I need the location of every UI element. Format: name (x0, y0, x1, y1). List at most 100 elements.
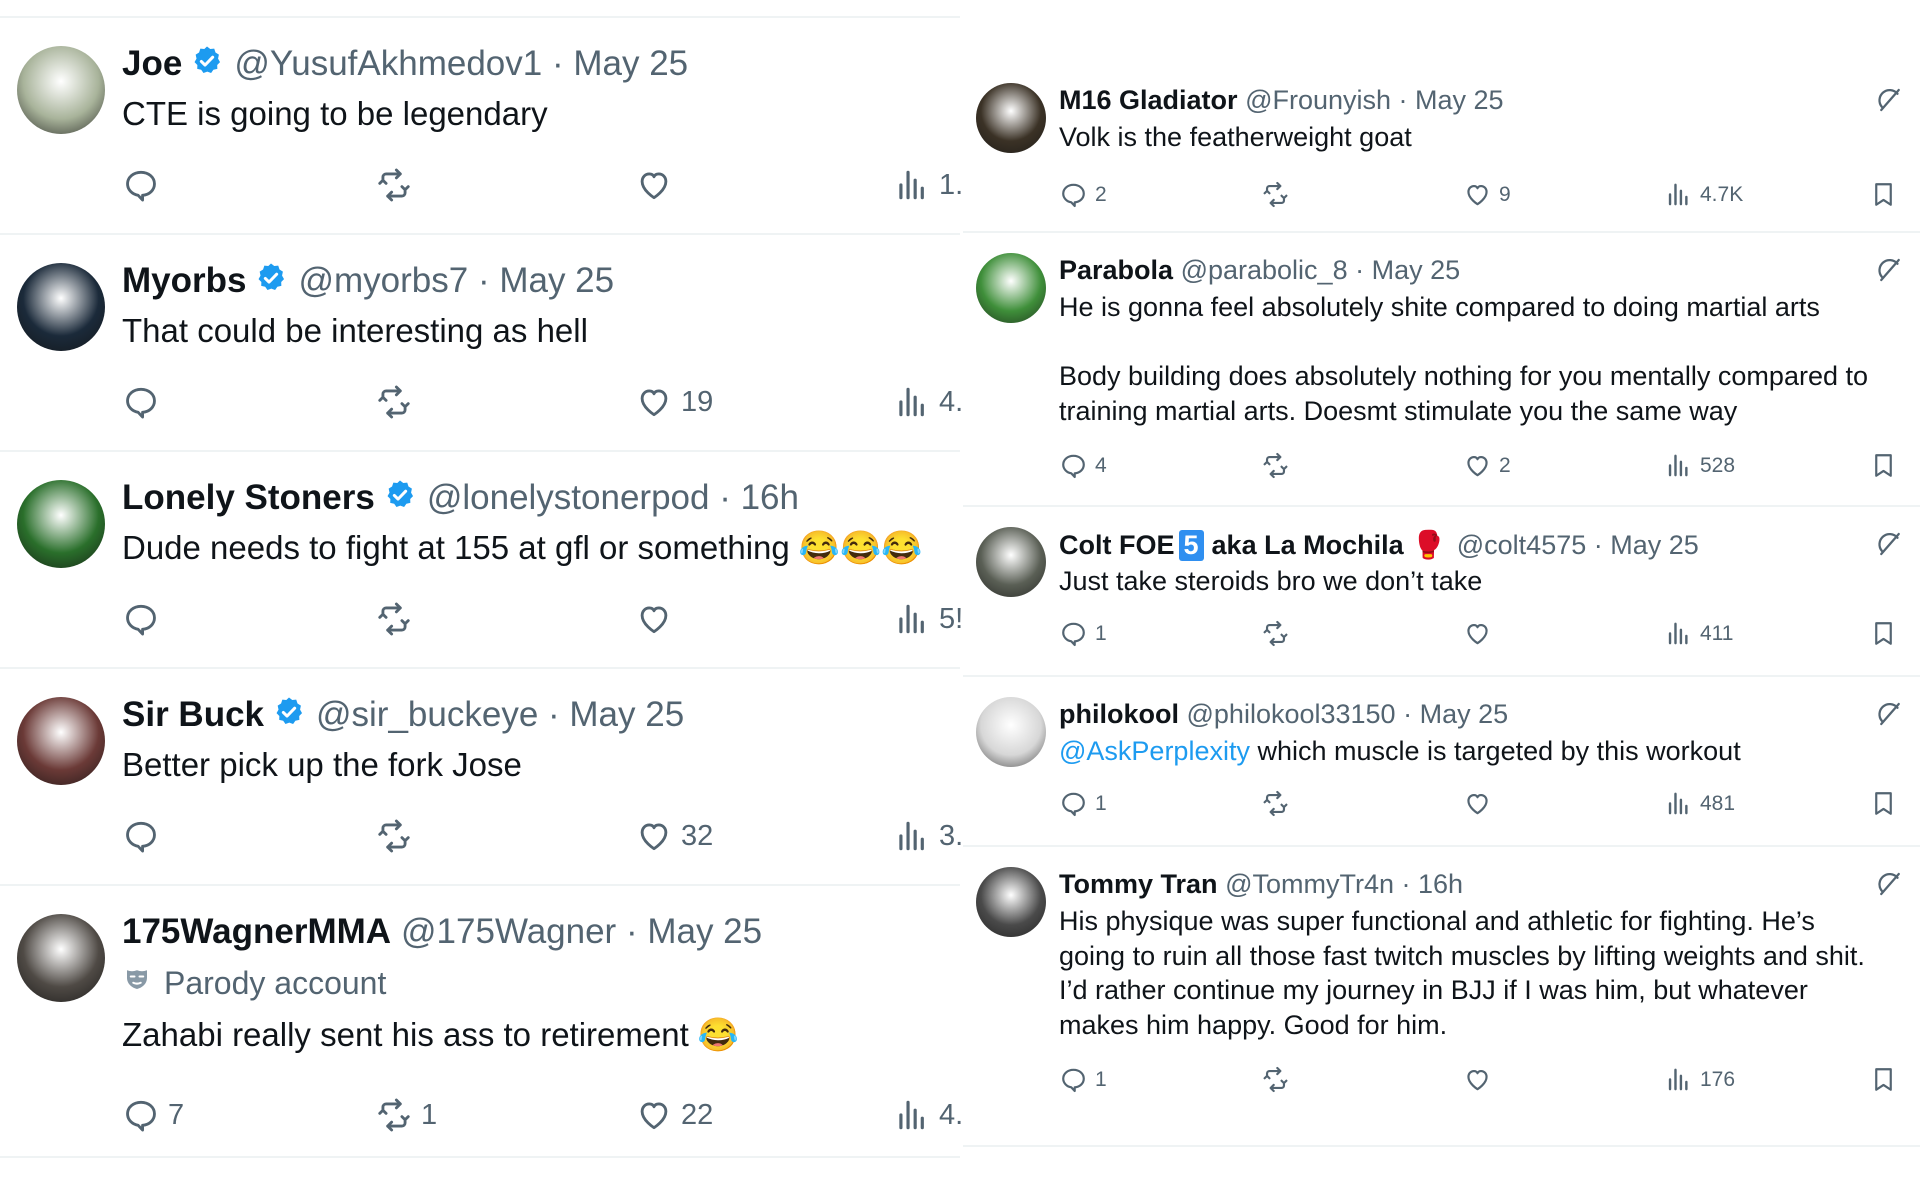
avatar[interactable] (976, 697, 1046, 767)
user-handle[interactable]: @Frounyish (1245, 85, 1391, 115)
bookmark-action[interactable] (1869, 619, 1898, 648)
views-action[interactable]: 4.7K (1664, 180, 1743, 209)
bookmark-action[interactable] (1869, 451, 1898, 480)
views-action[interactable]: 176 (1664, 1065, 1735, 1094)
views-action[interactable]: 4. (893, 1096, 963, 1134)
grok-icon[interactable] (1875, 869, 1905, 899)
views-action[interactable]: 481 (1664, 789, 1735, 818)
timestamp[interactable]: May 25 (499, 261, 614, 300)
likes-action[interactable] (635, 166, 681, 204)
user-handle[interactable]: @sir_buckeye (316, 695, 538, 734)
bookmark-action[interactable] (1869, 789, 1898, 818)
display-name[interactable]: Parabola (1059, 255, 1173, 285)
bookmark-action[interactable] (1869, 180, 1898, 209)
display-name[interactable]: philokool (1059, 699, 1179, 729)
likes-action[interactable] (635, 600, 681, 638)
retweets-action[interactable]: 1 (375, 1096, 437, 1134)
display-name[interactable]: Tommy Tran (1059, 869, 1218, 899)
reply-tweet[interactable]: Lonely Stoners @lonelystonerpod · 16h Dude… (0, 452, 963, 669)
replies-action[interactable] (122, 817, 168, 855)
grok-icon[interactable] (1875, 529, 1905, 559)
display-name[interactable]: Myorbs (122, 261, 246, 300)
views-action[interactable]: 5! (893, 600, 963, 638)
avatar[interactable] (17, 480, 105, 568)
replies-action[interactable]: 1 (1059, 619, 1107, 648)
timestamp[interactable]: May 25 (1610, 530, 1699, 560)
views-action[interactable]: 411 (1664, 619, 1733, 648)
avatar[interactable] (976, 527, 1046, 597)
avatar[interactable] (17, 263, 105, 351)
likes-action[interactable] (1463, 1065, 1499, 1094)
retweets-action[interactable] (1261, 451, 1297, 480)
timestamp[interactable]: May 25 (1420, 699, 1509, 729)
user-handle[interactable]: @colt4575 (1457, 530, 1587, 560)
avatar[interactable] (976, 867, 1046, 937)
user-handle[interactable]: @TommyTr4n (1225, 869, 1394, 899)
display-name[interactable]: Lonely Stoners (122, 478, 375, 517)
timestamp[interactable]: May 25 (1415, 85, 1504, 115)
retweets-action[interactable] (375, 817, 421, 855)
likes-action[interactable]: 2 (1463, 451, 1511, 480)
reply-tweet[interactable]: Colt FOE 5 aka La Mochila 🥊 @colt4575 · May… (963, 507, 1920, 677)
retweets-action[interactable] (1261, 789, 1297, 818)
reply-tweet[interactable]: philokool @philokool33150 · May 25 @AskPe… (963, 677, 1920, 847)
display-name[interactable]: Joe (122, 44, 182, 83)
bookmark-action[interactable] (1869, 1065, 1898, 1094)
user-handle[interactable]: @175Wagner (401, 912, 616, 951)
likes-action[interactable] (1463, 789, 1499, 818)
mention-link[interactable]: @AskPerplexity (1059, 736, 1250, 766)
timestamp[interactable]: May 25 (647, 912, 762, 951)
likes-action[interactable]: 32 (635, 817, 713, 855)
timestamp[interactable]: 16h (1418, 869, 1463, 899)
display-name-suffix[interactable]: aka La Mochila (1212, 530, 1404, 560)
display-name[interactable]: M16 Gladiator (1059, 85, 1238, 115)
likes-action[interactable]: 19 (635, 383, 713, 421)
user-handle[interactable]: @parabolic_8 (1181, 255, 1348, 285)
replies-action[interactable]: 4 (1059, 451, 1107, 480)
grok-icon[interactable] (1875, 699, 1905, 729)
user-handle[interactable]: @philokool33150 (1187, 699, 1396, 729)
replies-action[interactable] (122, 383, 168, 421)
timestamp[interactable]: May 25 (573, 44, 688, 83)
replies-action[interactable] (122, 166, 168, 204)
grok-icon[interactable] (1875, 85, 1905, 115)
user-handle[interactable]: @lonelystonerpod (427, 478, 710, 517)
reply-tweet[interactable]: Myorbs @myorbs7 · May 25 That could be int… (0, 235, 963, 452)
avatar[interactable] (976, 83, 1046, 153)
grok-icon[interactable] (1875, 255, 1905, 285)
user-handle[interactable]: @myorbs7 (298, 261, 468, 300)
timestamp[interactable]: May 25 (569, 695, 684, 734)
reply-tweet[interactable]: Tommy Tran @TommyTr4n · 16h His physique … (963, 847, 1920, 1147)
replies-action[interactable]: 1 (1059, 1065, 1107, 1094)
reply-tweet[interactable]: Parabola @parabolic_8 · May 25 He is gonn… (963, 233, 1920, 507)
retweets-action[interactable] (1261, 1065, 1297, 1094)
likes-action[interactable] (1463, 619, 1499, 648)
replies-action[interactable]: 2 (1059, 180, 1107, 209)
retweets-action[interactable] (375, 383, 421, 421)
views-action[interactable]: 4. (893, 383, 963, 421)
retweets-action[interactable] (375, 166, 421, 204)
views-action[interactable]: 3. (893, 817, 963, 855)
avatar[interactable] (17, 697, 105, 785)
reply-tweet[interactable]: Joe @YusufAkhmedov1 · May 25 CTE is going … (0, 18, 963, 235)
avatar[interactable] (976, 253, 1046, 323)
timestamp[interactable]: May 25 (1372, 255, 1461, 285)
user-handle[interactable]: @YusufAkhmedov1 (234, 44, 542, 83)
views-action[interactable]: 1. (893, 166, 963, 204)
replies-action[interactable] (122, 600, 168, 638)
retweets-action[interactable] (375, 600, 421, 638)
display-name[interactable]: 175WagnerMMA (122, 912, 391, 951)
reply-tweet[interactable]: Sir Buck @sir_buckeye · May 25 Better pick… (0, 669, 963, 886)
likes-action[interactable]: 22 (635, 1096, 713, 1134)
likes-action[interactable]: 9 (1463, 180, 1511, 209)
timestamp[interactable]: 16h (741, 478, 799, 517)
avatar[interactable] (17, 46, 105, 134)
replies-action[interactable]: 1 (1059, 789, 1107, 818)
display-name[interactable]: Colt FOE (1059, 530, 1175, 560)
reply-tweet[interactable]: M16 Gladiator @Frounyish · May 25 Volk is… (963, 0, 1920, 233)
avatar[interactable] (17, 914, 105, 1002)
display-name[interactable]: Sir Buck (122, 695, 264, 734)
reply-tweet[interactable]: 175WagnerMMA @175Wagner · May 25 Parody ac… (0, 886, 963, 1158)
retweets-action[interactable] (1261, 619, 1297, 648)
retweets-action[interactable] (1261, 180, 1297, 209)
